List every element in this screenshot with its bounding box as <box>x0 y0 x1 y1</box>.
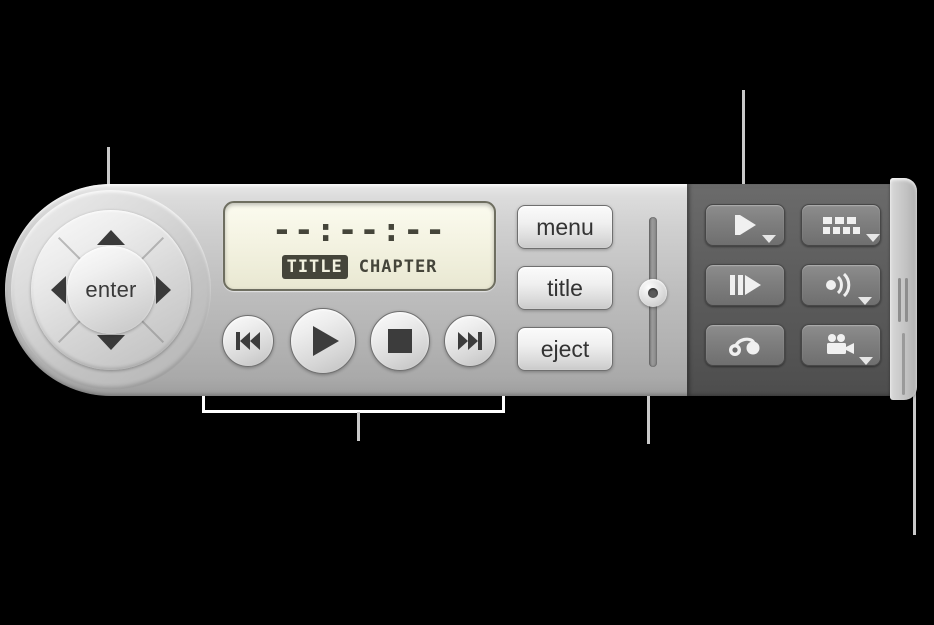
enter-button-label: enter <box>85 277 137 302</box>
screenshot-canvas: enter --:--:-- TITLE CHAPTER menu title … <box>0 0 934 625</box>
grip-line <box>902 333 905 395</box>
arrow-up-icon[interactable] <box>97 230 125 245</box>
chevron-down-icon <box>865 233 880 242</box>
arrow-down-icon[interactable] <box>97 335 125 350</box>
callout-transport-stem <box>357 412 360 441</box>
skip-forward-icon <box>458 332 482 350</box>
eject-button[interactable]: eject <box>517 327 613 371</box>
arrow-right-icon[interactable] <box>156 276 171 304</box>
chevron-down-icon <box>761 235 776 243</box>
enter-button[interactable]: enter <box>67 246 155 334</box>
volume-slider-knob[interactable] <box>639 279 667 307</box>
play-icon <box>313 326 339 356</box>
lcd-chapter-label: CHAPTER <box>358 257 438 277</box>
slow-motion-icon <box>734 215 776 243</box>
feature-buttons-panel <box>687 184 899 396</box>
frame-step-icon <box>729 275 761 295</box>
lcd-time-readout: --:--:-- <box>272 210 447 249</box>
arrow-left-icon[interactable] <box>51 276 66 304</box>
audio-track-button[interactable] <box>801 264 881 306</box>
previous-chapter-button[interactable] <box>222 315 274 367</box>
frame-step-button[interactable] <box>705 264 785 306</box>
bookmark-button[interactable] <box>705 324 785 366</box>
title-button-label: title <box>547 274 583 301</box>
dpad-control[interactable]: enter <box>31 210 191 370</box>
slow-motion-button[interactable] <box>705 204 785 246</box>
subtitle-icon <box>822 216 880 242</box>
dvd-remote-control: enter --:--:-- TITLE CHAPTER menu title … <box>5 184 917 396</box>
bookmark-icon <box>726 333 764 357</box>
grip-line <box>898 278 901 322</box>
grip-line <box>905 278 908 322</box>
title-button[interactable]: title <box>517 266 613 310</box>
chevron-down-icon <box>858 297 872 305</box>
play-button[interactable] <box>290 308 356 374</box>
audio-waves-icon <box>824 273 872 305</box>
camera-angle-button[interactable] <box>801 324 881 366</box>
lcd-display: --:--:-- TITLE CHAPTER <box>223 201 496 291</box>
skip-back-icon <box>236 332 260 350</box>
subtitle-button[interactable] <box>801 204 881 246</box>
menu-button[interactable]: menu <box>517 205 613 249</box>
chevron-down-icon <box>859 357 873 365</box>
volume-slider[interactable] <box>639 217 667 367</box>
menu-button-label: menu <box>536 213 594 240</box>
callout-grip-line <box>913 390 916 535</box>
video-camera-icon <box>825 333 873 365</box>
stop-button[interactable] <box>370 311 430 371</box>
lcd-mode-labels: TITLE CHAPTER <box>281 255 438 279</box>
stop-icon <box>388 329 412 353</box>
eject-button-label: eject <box>540 335 590 362</box>
resize-grip-handle[interactable] <box>890 178 917 400</box>
lcd-title-label: TITLE <box>281 255 348 279</box>
next-chapter-button[interactable] <box>444 315 496 367</box>
